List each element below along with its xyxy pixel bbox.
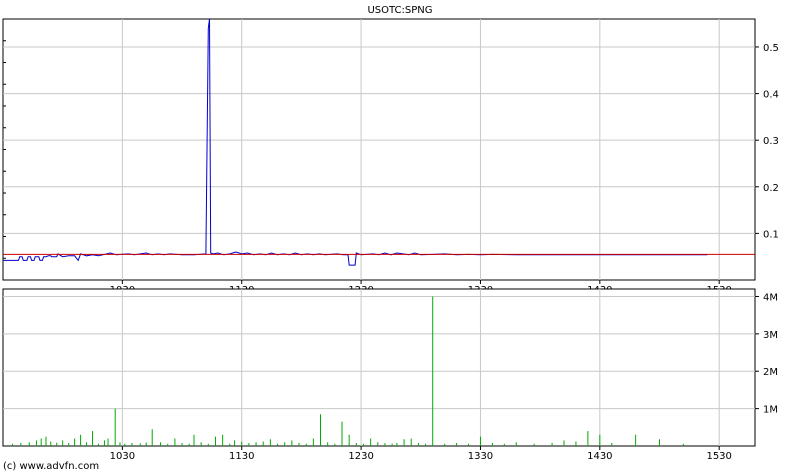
volume-x-axis: 1030 1130 1230 1330 1430 1530 xyxy=(110,446,732,462)
chart-title: USOTC:SPNG xyxy=(367,5,432,16)
volume-x-tick-label: 1130 xyxy=(229,451,254,462)
price-panel: 0.10.20.30.40.5 103011301230133014301530… xyxy=(2,5,779,296)
price-y-tick-label: 0.2 xyxy=(763,183,779,194)
volume-x-tick-label: 1530 xyxy=(706,451,731,462)
volume-x-tick-label: 1230 xyxy=(348,451,373,462)
volume-plot-frame xyxy=(2,288,756,447)
volume-y-tick-label: 1M xyxy=(763,405,778,416)
volume-y-axis: 1M 2M 3M 4M xyxy=(755,292,778,416)
price-y-tick-label: 0.4 xyxy=(763,90,779,101)
volume-y-tick-label: 2M xyxy=(763,367,778,378)
volume-y-tick-label: 4M xyxy=(763,292,778,303)
price-y-tick-label: 0.1 xyxy=(763,229,779,240)
volume-x-tick-label: 1030 xyxy=(110,451,135,462)
chart-canvas: 0.1 0.2 0.3 0.4 0.5 1030 1130 1230 1330 1430 1530… xyxy=(2,5,779,462)
copyright-credit: (c) www.advfn.com xyxy=(3,461,100,472)
volume-y-tick-label: 3M xyxy=(763,330,778,341)
volume-x-tick-label: 1430 xyxy=(587,451,612,462)
price-y-tick-label: 0.3 xyxy=(763,136,779,147)
volume-panel: 1M 2M 3M 4M 1030 1130 1230 1330 1430 1530 xyxy=(2,288,778,462)
price-y-tick-label: 0.5 xyxy=(763,43,779,54)
volume-x-tick-label: 1330 xyxy=(468,451,493,462)
price-plot-frame xyxy=(2,18,756,281)
